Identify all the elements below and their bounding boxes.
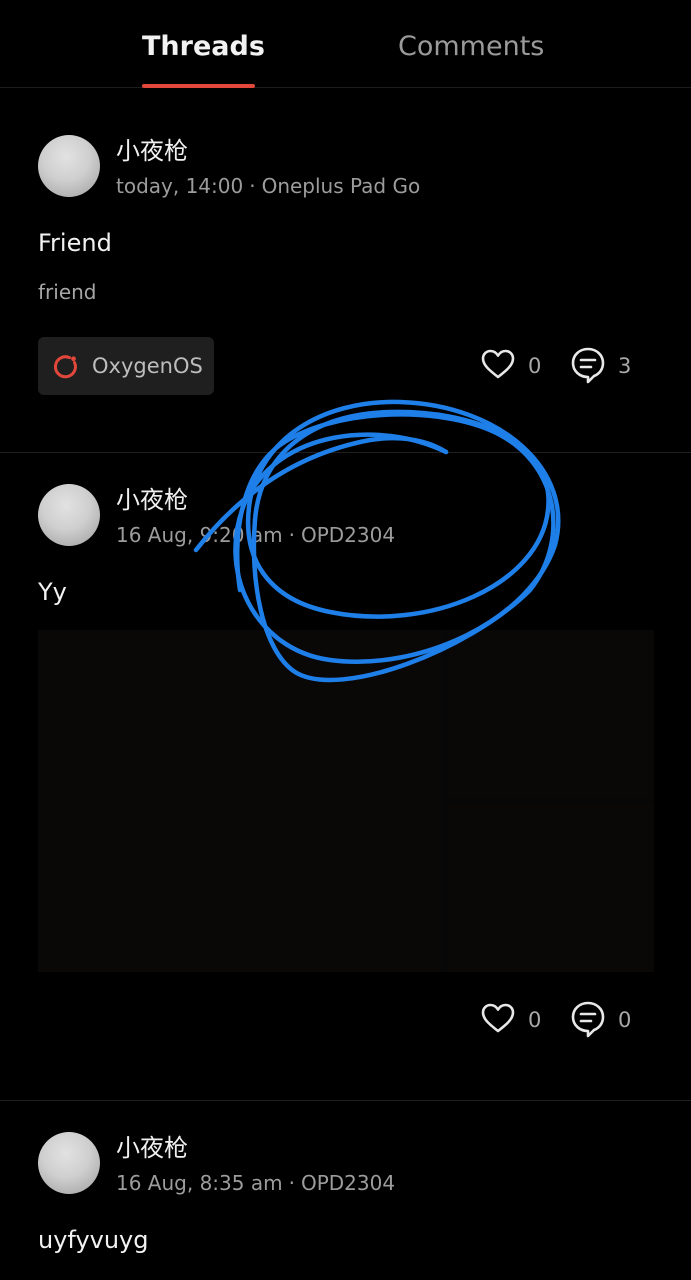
post-device: Oneplus Pad Go [261,174,421,198]
heart-icon [481,1003,515,1033]
thread-card[interactable]: 小夜枪 16 Aug, 9:20 am · OPD2304 Yy 0 0 [0,453,691,1100]
post-device: OPD2304 [300,1171,396,1195]
username[interactable]: 小夜枪 [116,135,188,167]
comment-icon [571,1001,605,1038]
avatar[interactable] [38,484,100,546]
thread-card[interactable]: 小夜枪 today, 14:00 · Oneplus Pad Go Friend f… [0,0,691,452]
image-tile [448,804,654,972]
like-count: 0 [528,354,542,378]
comment-button[interactable]: 0 [570,1000,640,1040]
like-button[interactable]: 0 [480,346,550,386]
meta-separator: · [288,523,295,547]
tag-chip-oxygenos[interactable]: OxygenOS [38,337,214,395]
post-device: OPD2304 [300,523,396,547]
comment-icon [571,347,605,384]
thread-card[interactable]: 小夜枪 16 Aug, 8:35 am · OPD2304 uyfyvuyg [0,1101,691,1280]
comment-count: 3 [618,354,632,378]
post-meta: 16 Aug, 8:35 am · OPD2304 [116,1169,395,1197]
like-count: 0 [528,1008,542,1032]
heart-icon [481,349,515,379]
meta-separator: · [249,174,256,198]
post-image[interactable] [38,630,654,972]
tag-label: OxygenOS [92,354,203,378]
avatar[interactable] [38,135,100,197]
like-button[interactable]: 0 [480,1000,550,1040]
image-tile [38,630,442,972]
oxygenos-logo-icon [53,355,77,379]
post-meta: today, 14:00 · Oneplus Pad Go [116,172,420,200]
avatar[interactable] [38,1132,100,1194]
post-title[interactable]: Yy [38,575,67,609]
image-tile [448,630,654,798]
comment-button[interactable]: 3 [570,346,640,386]
post-meta: 16 Aug, 9:20 am · OPD2304 [116,521,395,549]
post-body[interactable]: friend [38,278,97,306]
post-time: 16 Aug, 9:20 am [116,523,283,547]
comment-count: 0 [618,1008,632,1032]
username[interactable]: 小夜枪 [116,1132,188,1164]
post-time: 16 Aug, 8:35 am [116,1171,283,1195]
post-title[interactable]: Friend [38,226,112,260]
post-title[interactable]: uyfyvuyg [38,1223,149,1257]
post-time: today, 14:00 [116,174,244,198]
meta-separator: · [288,1171,295,1195]
username[interactable]: 小夜枪 [116,484,188,516]
